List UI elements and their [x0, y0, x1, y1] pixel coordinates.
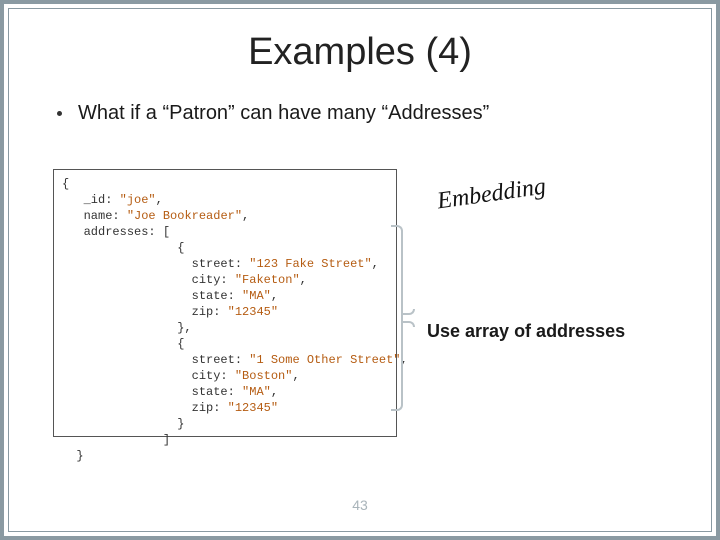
code-text: { — [177, 241, 184, 255]
slide-frame: Examples (4) What if a “Patron” can have… — [0, 0, 720, 540]
code-text: "1 Some Other Street" — [249, 353, 400, 367]
code-text: , — [292, 369, 299, 383]
note-label: Use array of addresses — [427, 321, 625, 342]
code-text: _id: — [84, 193, 113, 207]
code-text: street: — [192, 257, 242, 271]
code-text: "Boston" — [235, 369, 293, 383]
code-text: , — [156, 193, 163, 207]
code-text: } — [177, 417, 184, 431]
code-text: street: — [192, 353, 242, 367]
code-text: "MA" — [242, 289, 271, 303]
page-number: 43 — [9, 497, 711, 513]
slide-title: Examples (4) — [9, 31, 711, 74]
bullet-text: What if a “Patron” can have many “Addres… — [78, 102, 489, 125]
code-text: } — [76, 449, 83, 463]
code-text: name: — [84, 209, 120, 223]
code-text: , — [271, 289, 278, 303]
code-text: zip: — [192, 401, 221, 415]
code-text: [ — [163, 225, 170, 239]
code-text: "12345" — [228, 305, 278, 319]
code-text: addresses: — [84, 225, 156, 239]
code-text: "Joe Bookreader" — [127, 209, 242, 223]
bullet-item: What if a “Patron” can have many “Addres… — [57, 102, 711, 125]
code-text: zip: — [192, 305, 221, 319]
code-text: state: — [192, 385, 235, 399]
code-text: { — [177, 337, 184, 351]
code-text: city: — [192, 273, 228, 287]
slide-inner: Examples (4) What if a “Patron” can have… — [8, 8, 712, 532]
code-text: }, — [177, 321, 191, 335]
code-text: "MA" — [242, 385, 271, 399]
code-text: "12345" — [228, 401, 278, 415]
code-text: { — [62, 177, 69, 191]
code-text: "Faketon" — [235, 273, 300, 287]
code-text: state: — [192, 289, 235, 303]
code-text: , — [242, 209, 249, 223]
code-text: "joe" — [120, 193, 156, 207]
code-block: { _id: "joe", name: "Joe Bookreader", ad… — [53, 169, 397, 437]
bullet-dot-icon — [57, 111, 62, 116]
embedding-label: Embedding — [436, 174, 548, 216]
code-text: city: — [192, 369, 228, 383]
brace-icon — [391, 225, 413, 411]
code-text: , — [300, 273, 307, 287]
code-text: ] — [163, 433, 170, 447]
code-text: , — [271, 385, 278, 399]
code-text: , — [372, 257, 379, 271]
code-text: "123 Fake Street" — [249, 257, 371, 271]
